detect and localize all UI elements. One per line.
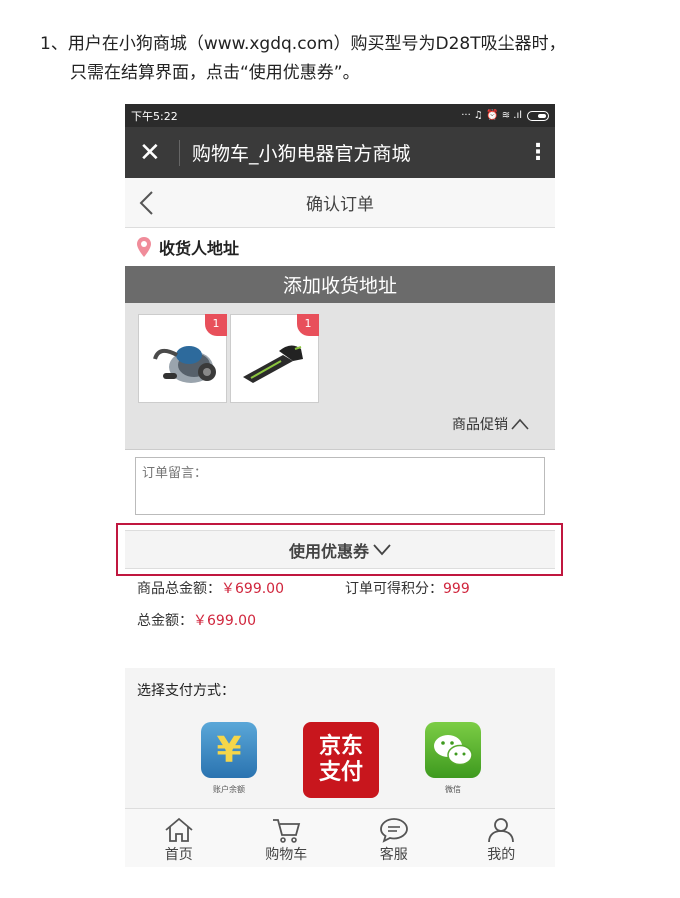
payment-label: 选择支付方式： bbox=[137, 683, 235, 699]
goods-total-label: 商品总金额： bbox=[137, 581, 221, 597]
tab-cart[interactable]: 购物车 bbox=[233, 809, 341, 867]
status-indicator-icons: ··· ♫ ⏰ ≋ .ıl bbox=[461, 110, 522, 121]
order-message-section bbox=[125, 450, 555, 522]
jd-pay-line1: 京东 bbox=[318, 734, 363, 759]
home-icon bbox=[165, 817, 193, 842]
grand-total-value: ￥699.00 bbox=[193, 613, 256, 629]
status-icons: ··· ♫ ⏰ ≋ .ıl bbox=[461, 110, 549, 121]
chat-icon bbox=[379, 818, 408, 843]
pay-option-balance[interactable]: ¥ 账户余额 bbox=[199, 722, 259, 795]
app-bar-title: 购物车_小狗电器官方商城 bbox=[192, 143, 411, 165]
order-message-input[interactable] bbox=[135, 457, 545, 515]
user-icon bbox=[488, 818, 515, 843]
add-address-button[interactable]: 添加收货地址 bbox=[125, 266, 555, 303]
location-pin-icon bbox=[137, 237, 151, 257]
status-time: 下午5:22 bbox=[131, 109, 178, 123]
product-thumb-handheld-vacuum[interactable]: 1 bbox=[230, 314, 319, 403]
payment-section: 选择支付方式： ¥ 账户余额 京东 支付 微信 bbox=[125, 668, 555, 810]
promo-label: 商品促销 bbox=[452, 417, 508, 433]
totals-row: 商品总金额： ￥699.00 订单可得积分： 999 bbox=[137, 580, 557, 598]
jd-pay-line2: 支付 bbox=[318, 760, 363, 785]
wechat-bubbles-icon bbox=[434, 735, 473, 766]
instruction-line-1: 1、用户在小狗商城（www.xgdq.com）购买型号为D28T吸尘器时， bbox=[40, 34, 566, 54]
cart-icon bbox=[273, 819, 301, 843]
qty-badge: 1 bbox=[205, 314, 227, 336]
battery-icon bbox=[527, 110, 549, 121]
tab-service[interactable]: 客服 bbox=[340, 809, 448, 867]
product-thumb-canister-vacuum[interactable]: 1 bbox=[138, 314, 227, 403]
instruction-text: 1、用户在小狗商城（www.xgdq.com）购买型号为D28T吸尘器时， 只需… bbox=[40, 30, 566, 88]
wechat-icon bbox=[425, 722, 481, 778]
status-bar: 下午5:22 ··· ♫ ⏰ ≋ .ıl bbox=[125, 104, 555, 127]
coupon-label: 使用优惠券 bbox=[288, 541, 369, 561]
pay-option-wechat[interactable]: 微信 bbox=[423, 722, 483, 795]
pay-option-jd[interactable]: 京东 支付 bbox=[303, 722, 379, 798]
address-label: 收货人地址 bbox=[159, 239, 240, 258]
pay-option-caption: 账户余额 bbox=[213, 785, 245, 794]
instruction-line-2: 只需在结算界面，点击“使用优惠券”。 bbox=[70, 63, 360, 83]
bottom-tab-bar: 首页 购物车 客服 我的 bbox=[125, 808, 555, 867]
qty-badge: 1 bbox=[297, 314, 319, 336]
tab-label: 我的 bbox=[487, 847, 516, 863]
points-label: 订单可得积分： bbox=[345, 581, 443, 597]
product-promo-toggle[interactable]: 商品促销 bbox=[452, 414, 529, 434]
close-icon[interactable]: ✕ bbox=[139, 138, 175, 168]
jd-pay-icon: 京东 支付 bbox=[303, 722, 379, 798]
tab-profile[interactable]: 我的 bbox=[448, 809, 556, 867]
product-list: 1 1 商品促销 bbox=[125, 303, 555, 450]
more-icon[interactable]: ⋮ bbox=[527, 140, 549, 165]
divider bbox=[179, 139, 180, 166]
goods-total-value: ￥699.00 bbox=[221, 581, 284, 597]
points-value: 999 bbox=[443, 581, 470, 597]
grand-total-row: 总金额： ￥699.00 bbox=[137, 612, 557, 630]
back-arrow-icon[interactable] bbox=[137, 190, 157, 216]
order-totals: 商品总金额： ￥699.00 订单可得积分： 999 总金额： ￥699.00 bbox=[137, 580, 557, 630]
tab-label: 首页 bbox=[164, 847, 193, 863]
tab-label: 客服 bbox=[379, 847, 408, 863]
app-bar: ✕ 购物车_小狗电器官方商城 ⋮ bbox=[125, 127, 555, 178]
use-coupon-button[interactable]: 使用优惠券 bbox=[125, 530, 555, 569]
chevron-up-icon bbox=[511, 418, 529, 430]
yen-icon: ¥ bbox=[201, 722, 257, 778]
page-header: 确认订单 bbox=[125, 178, 555, 228]
chevron-down-icon bbox=[373, 543, 391, 555]
pay-option-caption: 微信 bbox=[445, 785, 461, 794]
address-section: 收货人地址 bbox=[125, 228, 555, 266]
grand-total-label: 总金额： bbox=[137, 613, 193, 629]
tab-home[interactable]: 首页 bbox=[125, 809, 233, 867]
page-title: 确认订单 bbox=[306, 195, 374, 215]
tab-label: 购物车 bbox=[265, 847, 308, 863]
